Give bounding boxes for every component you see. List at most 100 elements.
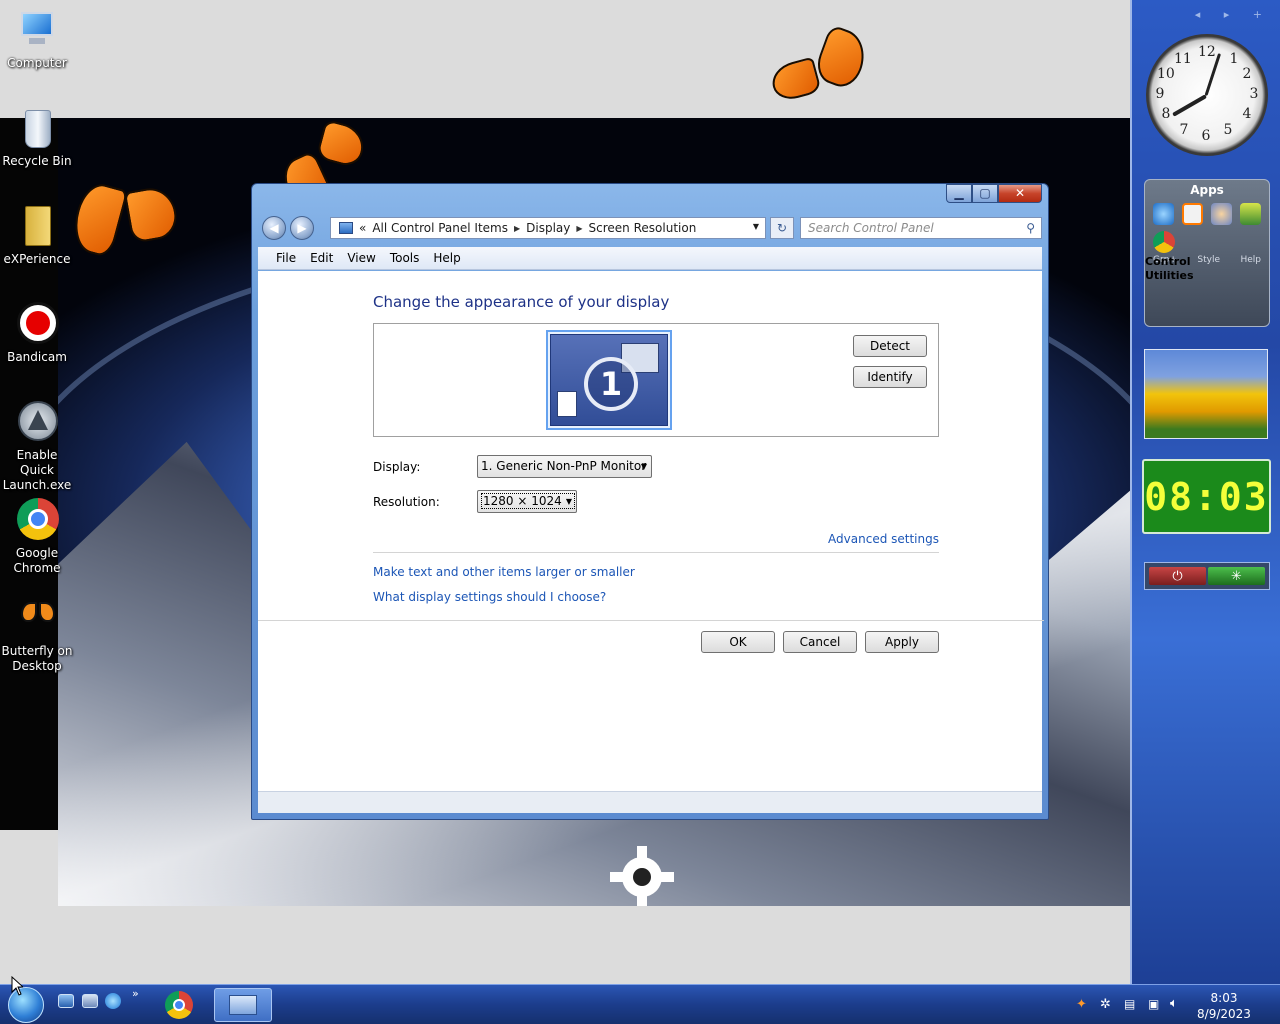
- screen-resolution-window: ▁ ▢ ✕ ◀ ▶ « All Control Panel Items ▶ Di…: [251, 183, 1049, 820]
- volume-icon[interactable]: 🔈︎: [1170, 996, 1178, 1011]
- menu-help[interactable]: Help: [433, 251, 460, 265]
- desktop-icon-enable-quick-launch[interactable]: Enable Quick Launch.exe: [0, 400, 74, 493]
- desktop-icon-experience[interactable]: eXPerience: [0, 204, 74, 267]
- butterfly-icon: [15, 596, 59, 640]
- tray-time: 8:03: [1210, 991, 1238, 1005]
- address-overflow[interactable]: «: [359, 221, 366, 235]
- apps-footer-style[interactable]: Style: [1197, 255, 1220, 265]
- analog-clock-gadget[interactable]: 12 1 2 3 4 5 6 7 8 9 10 11: [1146, 34, 1268, 156]
- close-button[interactable]: ✕: [998, 184, 1042, 203]
- internet-explorer-icon[interactable]: [105, 993, 121, 1009]
- show-desktop-icon[interactable]: [58, 994, 74, 1008]
- back-button[interactable]: ◀: [262, 216, 286, 240]
- clock-number: 11: [1174, 51, 1192, 67]
- quicklaunch-more-icon[interactable]: »: [132, 987, 142, 1001]
- divider: [258, 620, 1044, 621]
- paint-icon[interactable]: [1211, 203, 1233, 225]
- breadcrumb-screen-resolution[interactable]: Screen Resolution: [589, 221, 697, 235]
- butterfly-icon: [768, 24, 873, 118]
- display-preview: 1 Detect Identify: [373, 323, 939, 437]
- chevron-down-icon: ▼: [565, 497, 572, 506]
- network-tray-icon[interactable]: ▣: [1148, 997, 1159, 1011]
- breadcrumb-separator-icon[interactable]: ▶: [576, 224, 582, 233]
- desktop-icon-label: Enable Quick Launch.exe: [2, 448, 72, 492]
- desktop-icon-bandicam[interactable]: Bandicam: [0, 302, 74, 365]
- menu-view[interactable]: View: [347, 251, 375, 265]
- desktop-icon-recycle-bin[interactable]: Recycle Bin: [0, 106, 74, 169]
- resolution-select[interactable]: 1280 × 1024 ▼: [477, 490, 577, 513]
- computer-icon: [15, 8, 59, 52]
- power-icon[interactable]: ⏻: [1149, 567, 1206, 585]
- apps-title: Apps: [1190, 183, 1224, 197]
- monitor-1-tile[interactable]: 1: [546, 330, 672, 430]
- maximize-button[interactable]: ▢: [972, 184, 998, 203]
- sidebar-nav-arrows[interactable]: ◂ ▸ +: [1195, 8, 1272, 21]
- butterfly-icon: [67, 178, 182, 262]
- digital-clock-gadget[interactable]: 08:03: [1142, 459, 1271, 534]
- media-player-icon[interactable]: [1181, 203, 1204, 225]
- menu-tools[interactable]: Tools: [390, 251, 420, 265]
- slideshow-gadget[interactable]: [1144, 349, 1268, 439]
- apply-button[interactable]: Apply: [865, 631, 939, 653]
- address-bar[interactable]: « All Control Panel Items ▶ Display ▶ Sc…: [330, 217, 766, 239]
- minimize-button[interactable]: ▁: [946, 184, 972, 203]
- identify-button[interactable]: Identify: [853, 366, 927, 388]
- display-select[interactable]: 1. Generic Non-PnP Monitor ▼: [477, 455, 652, 478]
- menu-file[interactable]: File: [276, 251, 296, 265]
- clock-number: 9: [1155, 86, 1165, 102]
- apps-footer-help[interactable]: Help: [1240, 255, 1261, 265]
- digital-clock-time: 08:03: [1144, 474, 1269, 519]
- desktop-icon-google-chrome[interactable]: Google Chrome: [0, 498, 74, 576]
- windows-sidebar: ◂ ▸ + 12 1 2 3 4 5 6 7 8 9 10 11 Apps Ut…: [1130, 0, 1280, 984]
- resolution-select-value: 1280 × 1024: [481, 493, 575, 509]
- hourglass-icon[interactable]: [1240, 203, 1261, 225]
- cancel-button[interactable]: Cancel: [783, 631, 857, 653]
- clock-number: 2: [1242, 66, 1252, 82]
- breadcrumb-separator-icon[interactable]: ▶: [514, 224, 520, 233]
- search-input[interactable]: Search Control Panel ⚲: [800, 217, 1042, 239]
- text-size-link[interactable]: Make text and other items larger or smal…: [373, 565, 635, 579]
- address-dropdown-icon[interactable]: ▼: [753, 222, 759, 231]
- bandicam-icon: [15, 302, 59, 346]
- quick-launch-icon: [15, 400, 59, 444]
- advanced-settings-link[interactable]: Advanced settings: [828, 532, 939, 546]
- butterfly-tray-icon[interactable]: ✦: [1076, 997, 1087, 1012]
- internet-explorer-icon[interactable]: [1153, 203, 1174, 225]
- navigation-bar: ◀ ▶ « All Control Panel Items ▶ Display …: [258, 214, 1042, 244]
- search-icon[interactable]: ⚲: [1026, 218, 1035, 238]
- mouse-pointer-icon: [11, 976, 23, 996]
- desktop-icon-label: Bandicam: [7, 350, 67, 364]
- control-panel-icon: [229, 995, 257, 1015]
- ok-button[interactable]: OK: [701, 631, 775, 653]
- menu-edit[interactable]: Edit: [310, 251, 333, 265]
- desktop-icon-label: eXPerience: [3, 252, 71, 266]
- clock-hour-hand: [1172, 94, 1207, 117]
- shutdown-gadget: ⏻ ✳: [1144, 562, 1270, 590]
- detect-button[interactable]: Detect: [853, 335, 927, 357]
- loading-icon[interactable]: ✳: [1208, 567, 1265, 585]
- system-tray: ✦ ✲ ▤ ▣ 🔈︎ 8:03 8/9/2023: [1060, 985, 1280, 1024]
- document-tray-icon[interactable]: ▤: [1124, 997, 1135, 1011]
- desktop-icon-butterfly-on-desktop[interactable]: Butterfly on Desktop: [0, 596, 74, 674]
- taskbar: » ✦ ✲ ▤ ▣ 🔈︎ 8:03 8/9/2023: [0, 984, 1280, 1024]
- tray-clock[interactable]: 8:03 8/9/2023: [1194, 990, 1254, 1022]
- desktop-icon-label: Google Chrome: [13, 546, 61, 575]
- display-help-link[interactable]: What display settings should I choose?: [373, 590, 606, 604]
- breadcrumb-all-items[interactable]: All Control Panel Items: [372, 221, 508, 235]
- taskbar-control-panel-button[interactable]: [214, 988, 272, 1022]
- apps-control-label[interactable]: Control: [1145, 253, 1190, 270]
- menu-bar: File Edit View Tools Help: [258, 247, 1042, 270]
- forward-button[interactable]: ▶: [290, 216, 314, 240]
- clock-number: 6: [1201, 128, 1211, 144]
- clock-number: 10: [1157, 66, 1175, 82]
- refresh-button[interactable]: ↻: [770, 217, 794, 239]
- switch-windows-icon[interactable]: [82, 994, 98, 1008]
- chrome-icon: [165, 991, 193, 1019]
- chrome-icon[interactable]: [1153, 231, 1175, 253]
- desktop-icon-label: Recycle Bin: [2, 154, 72, 168]
- desktop-icon-computer[interactable]: Computer: [0, 8, 74, 71]
- breadcrumb-display[interactable]: Display: [526, 221, 570, 235]
- settings-tray-icon[interactable]: ✲: [1100, 997, 1111, 1012]
- taskbar-chrome-button[interactable]: [150, 988, 208, 1022]
- desktop-icon-label: Computer: [7, 56, 67, 70]
